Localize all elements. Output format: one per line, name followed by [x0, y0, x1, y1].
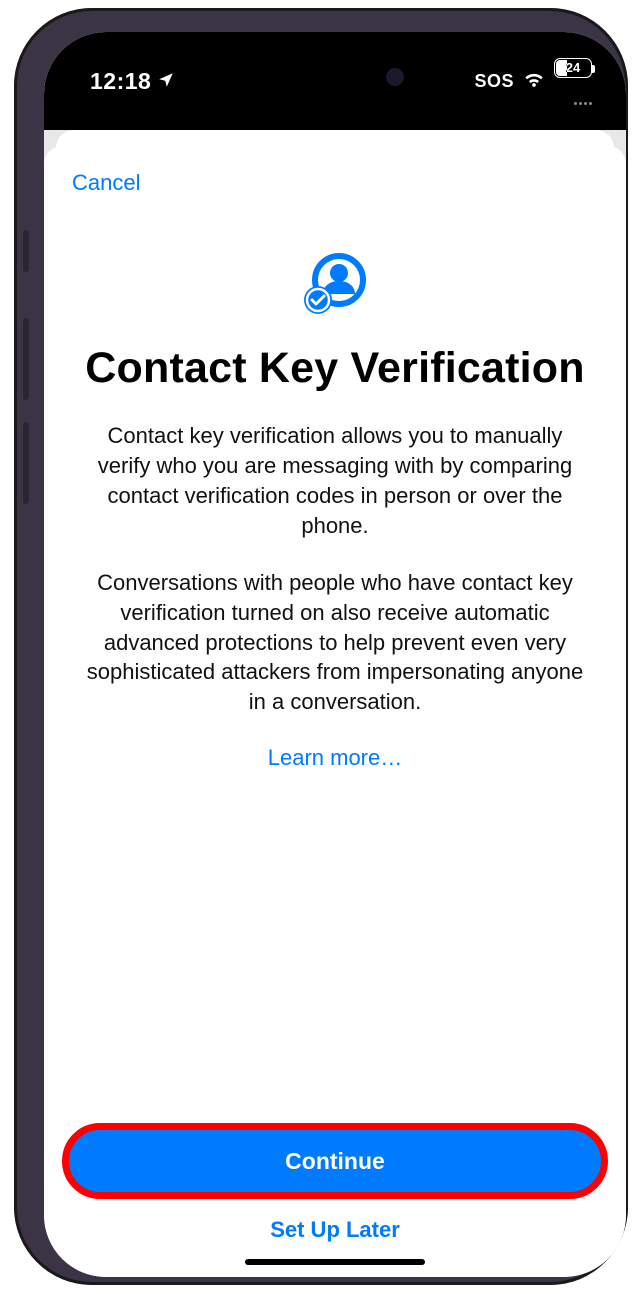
location-arrow-icon — [157, 68, 175, 95]
status-left: 12:18 — [90, 68, 175, 95]
modal-sheet: Cancel Contact Key Verification Contac — [44, 146, 626, 1277]
sheet-footer: Continue Set Up Later — [72, 1129, 598, 1277]
home-indicator[interactable] — [245, 1259, 425, 1265]
phone-frame: 12:18 SOS 24 — [14, 8, 628, 1285]
page-title: Contact Key Verification — [85, 344, 584, 393]
body-paragraph-2: Conversations with people who have conta… — [80, 568, 590, 716]
body-text: Contact key verification allows you to m… — [72, 421, 598, 716]
body-paragraph-1: Contact key verification allows you to m… — [80, 421, 590, 540]
status-time: 12:18 — [90, 68, 151, 95]
sheet-nav-bar: Cancel — [72, 170, 598, 206]
set-up-later-button[interactable]: Set Up Later — [72, 1201, 598, 1259]
status-right: SOS 24 — [474, 58, 592, 105]
sheet-content: Contact Key Verification Contact key ver… — [72, 206, 598, 1129]
contact-key-verification-icon — [296, 246, 374, 324]
side-button-silence — [23, 230, 29, 272]
side-button-volume-up — [23, 318, 29, 400]
wifi-icon — [523, 69, 545, 94]
learn-more-link[interactable]: Learn more… — [268, 745, 403, 771]
sos-indicator: SOS — [474, 71, 514, 92]
continue-button[interactable]: Continue — [68, 1129, 602, 1193]
side-button-volume-down — [23, 422, 29, 504]
phone-screen: 12:18 SOS 24 — [44, 32, 626, 1277]
dynamic-island — [250, 54, 420, 100]
battery-percent: 24 — [566, 60, 580, 75]
cancel-button[interactable]: Cancel — [72, 170, 140, 195]
status-bar: 12:18 SOS 24 — [44, 32, 626, 130]
battery-indicator: 24 — [554, 58, 592, 105]
